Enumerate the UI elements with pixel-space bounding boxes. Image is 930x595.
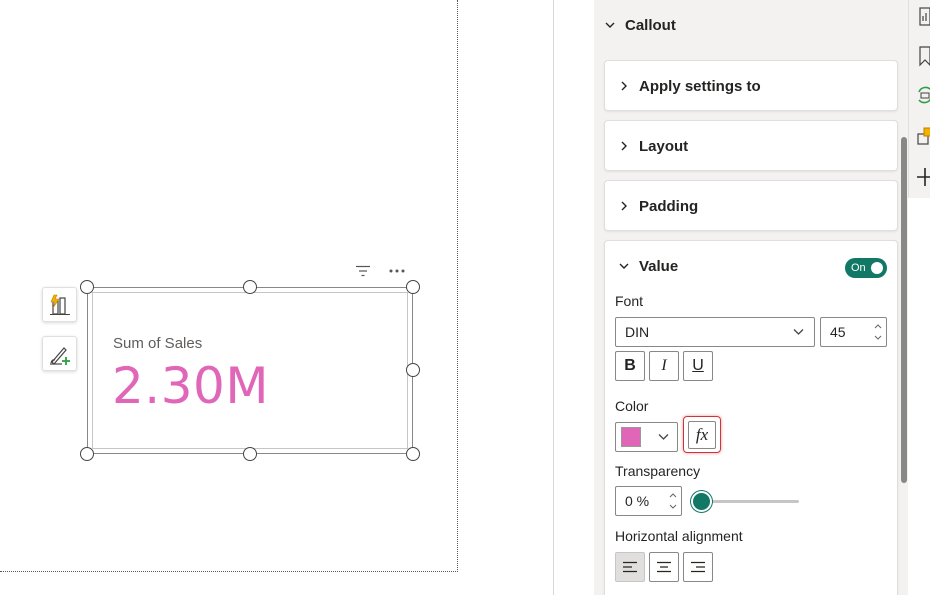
font-size-input[interactable]: 45 (820, 317, 887, 347)
card-body: Sum of Sales 2.30M (92, 292, 408, 449)
build-visual-icon (49, 294, 70, 315)
card-visual[interactable]: Sum of Sales 2.30M (80, 280, 420, 461)
font-family-dropdown[interactable]: DIN (615, 317, 815, 347)
filter-icon (356, 265, 370, 277)
font-label: Font (615, 293, 644, 309)
callout-section-header[interactable]: Callout (594, 0, 908, 50)
more-options-icon (389, 269, 405, 273)
sync-icon[interactable] (915, 84, 930, 106)
chevron-down-icon (605, 22, 615, 28)
stepper-icon[interactable] (669, 492, 677, 510)
font-family-value: DIN (625, 324, 650, 340)
resize-handle-bottom-right[interactable] (406, 447, 420, 461)
color-picker[interactable] (615, 422, 678, 452)
selection-pane-icon[interactable] (915, 126, 930, 148)
build-visual-button[interactable] (42, 287, 77, 322)
card-value: 2.30M (112, 357, 269, 415)
chevron-right-icon (621, 141, 627, 151)
pane-scrollbar[interactable] (901, 137, 907, 483)
italic-button[interactable]: I (649, 351, 679, 381)
resize-handle-top-right[interactable] (406, 280, 420, 294)
align-center-button[interactable] (649, 552, 679, 582)
resize-handle-top-left[interactable] (80, 280, 94, 294)
pane-divider (553, 0, 554, 595)
pane-switcher-strip (908, 0, 930, 198)
format-visual-icon (49, 346, 70, 365)
bold-button[interactable]: B (615, 351, 645, 381)
resize-handle-bottom[interactable] (243, 447, 257, 461)
section-apply-settings-to[interactable]: Apply settings to (604, 60, 898, 111)
format-visual-button[interactable] (42, 336, 77, 371)
visualizations-icon[interactable] (915, 6, 930, 28)
value-toggle[interactable]: On (845, 258, 887, 278)
section-label: Value (639, 257, 679, 275)
fx-icon: fx (688, 420, 716, 449)
chevron-right-icon (621, 201, 627, 211)
align-center-icon (657, 561, 671, 573)
resize-handle-bottom-left[interactable] (80, 447, 94, 461)
section-label: Padding (639, 197, 699, 215)
color-label: Color (615, 398, 649, 414)
align-left-button[interactable] (615, 552, 645, 582)
align-right-icon (691, 561, 705, 573)
card-category-label: Sum of Sales (113, 335, 203, 352)
report-canvas: Sum of Sales 2.30M (0, 0, 553, 595)
transparency-label: Transparency (615, 463, 701, 479)
filter-button[interactable] (352, 260, 374, 282)
resize-handle-right[interactable] (406, 363, 420, 377)
resize-handle-top[interactable] (243, 280, 257, 294)
horizontal-alignment-label: Horizontal alignment (615, 528, 743, 544)
toggle-label: On (851, 262, 866, 274)
add-icon[interactable] (915, 166, 930, 188)
chevron-down-icon (658, 434, 669, 440)
bookmark-icon[interactable] (915, 45, 930, 67)
section-padding[interactable]: Padding (604, 180, 898, 231)
page-boundary (0, 0, 458, 572)
visual-header (352, 260, 412, 282)
chevron-down-icon (619, 263, 629, 269)
transparency-slider[interactable] (691, 491, 799, 512)
format-pane: Callout Apply settings to Layout Padding… (594, 0, 908, 595)
chevron-right-icon (621, 81, 627, 91)
section-label: Apply settings to (639, 77, 761, 95)
fx-button[interactable]: fx (683, 416, 721, 453)
color-swatch (621, 427, 641, 447)
transparency-input[interactable]: 0 % (615, 486, 682, 516)
align-right-button[interactable] (683, 552, 713, 582)
chevron-down-icon (793, 329, 804, 335)
more-options-button[interactable] (386, 260, 408, 282)
section-value: Value On Font DIN 45 B I U Color fx Tran… (604, 240, 898, 595)
stepper-icon[interactable] (874, 323, 882, 341)
section-label: Layout (639, 137, 689, 155)
section-layout[interactable]: Layout (604, 120, 898, 171)
align-left-icon (623, 561, 637, 573)
slider-thumb[interactable] (691, 491, 712, 512)
transparency-value: 0 % (625, 493, 650, 509)
font-size-value: 45 (830, 324, 846, 340)
callout-title: Callout (625, 16, 676, 34)
underline-button[interactable]: U (683, 351, 713, 381)
toggle-knob (871, 262, 883, 274)
